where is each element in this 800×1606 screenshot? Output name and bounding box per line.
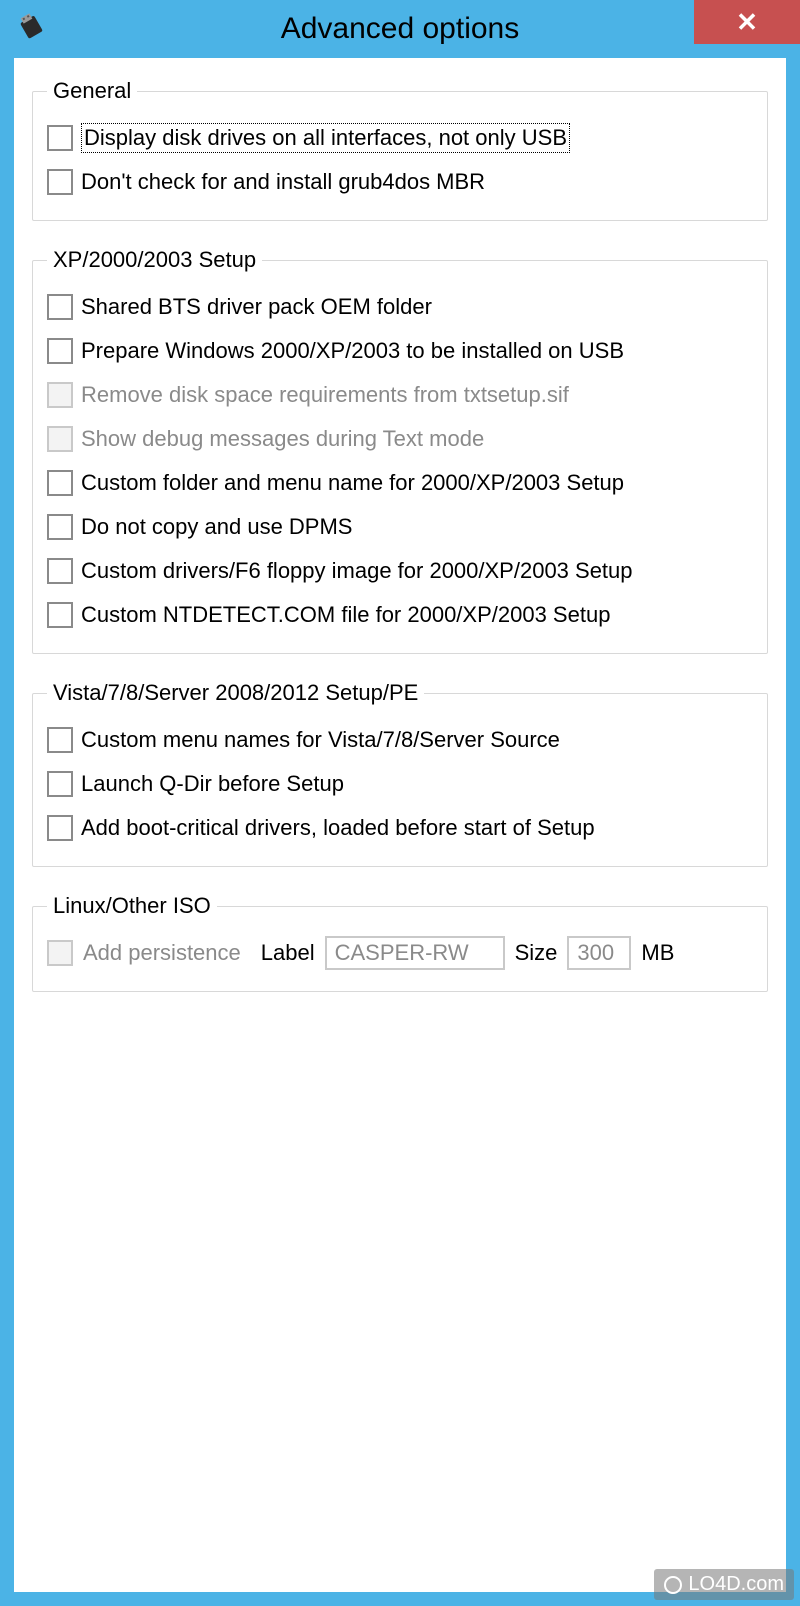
group-vista-setup: Vista/7/8/Server 2008/2012 Setup/PE Cust… — [32, 680, 768, 867]
close-button[interactable]: ✕ — [694, 0, 800, 44]
checkbox-row: Don't check for and install grub4dos MBR — [47, 160, 753, 204]
checkbox-row: Add boot-critical drivers, loaded before… — [47, 806, 753, 850]
window: Advanced options ✕ General Display disk … — [0, 0, 800, 1606]
size-text: Size — [515, 940, 558, 966]
persistence-row: Add persistence Label CASPER-RW Size 300… — [47, 931, 753, 975]
checkbox-label[interactable]: Do not copy and use DPMS — [81, 514, 352, 540]
checkbox-boot-critical-drivers[interactable] — [47, 815, 73, 841]
client-area: General Display disk drives on all inter… — [14, 58, 786, 1592]
group-legend: General — [47, 78, 137, 104]
checkbox-row: Custom drivers/F6 floppy image for 2000/… — [47, 549, 753, 593]
checkbox-remove-diskspace — [47, 382, 73, 408]
size-unit: MB — [641, 940, 674, 966]
checkbox-custom-menu-vista[interactable] — [47, 727, 73, 753]
checkbox-custom-folder-menu[interactable] — [47, 470, 73, 496]
window-title: Advanced options — [0, 12, 800, 46]
usb-drive-icon — [16, 12, 48, 44]
titlebar: Advanced options ✕ — [0, 0, 800, 58]
checkbox-label: Show debug messages during Text mode — [81, 426, 484, 452]
checkbox-custom-ntdetect[interactable] — [47, 602, 73, 628]
watermark-text: LO4D.com — [688, 1573, 784, 1596]
checkbox-no-dpms[interactable] — [47, 514, 73, 540]
checkbox-no-grub4dos[interactable] — [47, 169, 73, 195]
globe-icon — [664, 1576, 682, 1594]
label-text: Label — [261, 940, 315, 966]
checkbox-row: Do not copy and use DPMS — [47, 505, 753, 549]
checkbox-label[interactable]: Custom NTDETECT.COM file for 2000/XP/200… — [81, 602, 610, 628]
group-xp-setup: XP/2000/2003 Setup Shared BTS driver pac… — [32, 247, 768, 654]
checkbox-label[interactable]: Don't check for and install grub4dos MBR — [81, 169, 485, 195]
group-legend: Vista/7/8/Server 2008/2012 Setup/PE — [47, 680, 424, 706]
checkbox-label[interactable]: Custom menu names for Vista/7/8/Server S… — [81, 727, 560, 753]
watermark: LO4D.com — [654, 1569, 794, 1600]
checkbox-launch-qdir[interactable] — [47, 771, 73, 797]
checkbox-row: Custom menu names for Vista/7/8/Server S… — [47, 718, 753, 762]
checkbox-row: Custom folder and menu name for 2000/XP/… — [47, 461, 753, 505]
checkbox-row: Prepare Windows 2000/XP/2003 to be insta… — [47, 329, 753, 373]
checkbox-label[interactable]: Custom drivers/F6 floppy image for 2000/… — [81, 558, 633, 584]
checkbox-display-drives[interactable] — [47, 125, 73, 151]
checkbox-custom-drivers-f6[interactable] — [47, 558, 73, 584]
checkbox-label[interactable]: Prepare Windows 2000/XP/2003 to be insta… — [81, 338, 624, 364]
group-legend: XP/2000/2003 Setup — [47, 247, 262, 273]
checkbox-label: Add persistence — [83, 940, 241, 966]
checkbox-row: Show debug messages during Text mode — [47, 417, 753, 461]
checkbox-label[interactable]: Display disk drives on all interfaces, n… — [81, 123, 570, 153]
checkbox-label[interactable]: Shared BTS driver pack OEM folder — [81, 294, 432, 320]
checkbox-label[interactable]: Launch Q-Dir before Setup — [81, 771, 344, 797]
group-general: General Display disk drives on all inter… — [32, 78, 768, 221]
checkbox-row: Shared BTS driver pack OEM folder — [47, 285, 753, 329]
checkbox-row: Remove disk space requirements from txts… — [47, 373, 753, 417]
checkbox-row: Launch Q-Dir before Setup — [47, 762, 753, 806]
close-icon: ✕ — [736, 7, 758, 38]
persistence-label-input: CASPER-RW — [325, 936, 505, 970]
persistence-size-input: 300 — [567, 936, 631, 970]
checkbox-row: Custom NTDETECT.COM file for 2000/XP/200… — [47, 593, 753, 637]
group-legend: Linux/Other ISO — [47, 893, 217, 919]
checkbox-label: Remove disk space requirements from txts… — [81, 382, 569, 408]
group-linux-iso: Linux/Other ISO Add persistence Label CA… — [32, 893, 768, 992]
checkbox-debug-textmode — [47, 426, 73, 452]
checkbox-label[interactable]: Custom folder and menu name for 2000/XP/… — [81, 470, 624, 496]
checkbox-label[interactable]: Add boot-critical drivers, loaded before… — [81, 815, 595, 841]
checkbox-row: Display disk drives on all interfaces, n… — [47, 116, 753, 160]
checkbox-shared-bts[interactable] — [47, 294, 73, 320]
checkbox-prepare-usb[interactable] — [47, 338, 73, 364]
checkbox-add-persistence — [47, 940, 73, 966]
